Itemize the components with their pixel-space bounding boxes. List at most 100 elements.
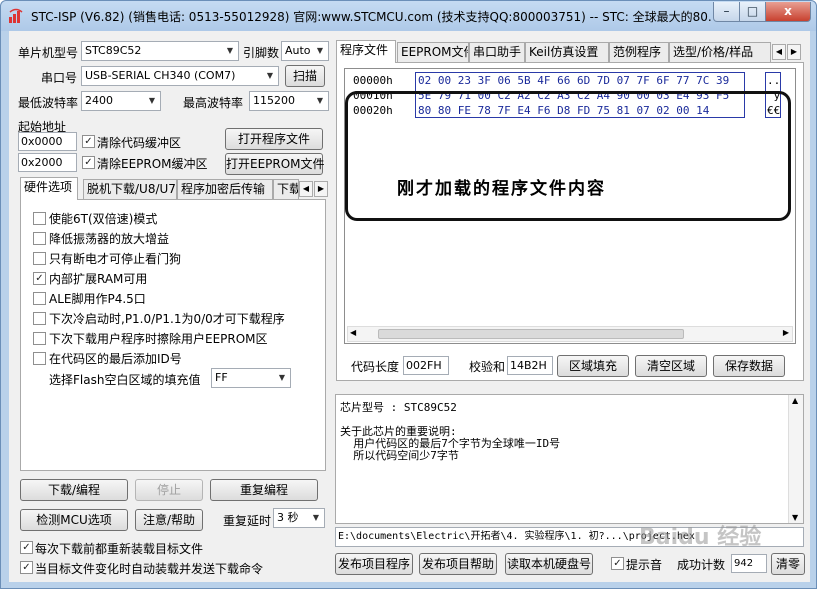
success-count-value: 942	[731, 554, 767, 573]
option-label: 下次冷启动时,P1.0/P1.1为0/0才可下载程序	[49, 312, 285, 326]
option-label: 只有断电才可停止看门狗	[49, 252, 182, 266]
open-eeprom-file-button[interactable]: 打开EEPROM文件	[225, 153, 325, 175]
hex-address: 00000h	[353, 74, 393, 87]
read-disk-id-button[interactable]: 读取本机硬盘号	[505, 553, 593, 575]
retry-delay-select[interactable]: 3 秒 ▼	[273, 508, 325, 528]
title-bar[interactable]: STC-ISP (V6.82) (销售电话: 0513-55012928) 官网…	[1, 1, 816, 31]
client-area: 单片机型号 STC89C52 ▼ 引脚数 Auto ▼ 串口号 USB-SERI…	[9, 31, 810, 582]
fill-value-select[interactable]: FF ▼	[211, 368, 291, 388]
download-program-button[interactable]: 下载/编程	[20, 479, 128, 501]
option-label: 降低振荡器的放大增益	[49, 232, 170, 246]
save-data-button[interactable]: 保存数据	[713, 355, 785, 377]
option-checkbox[interactable]	[33, 232, 46, 245]
success-count-label: 成功计数	[677, 558, 726, 572]
tab-scroll-left-icon[interactable]: ◀	[299, 181, 313, 197]
pins-select[interactable]: Auto ▼	[281, 41, 329, 61]
program-file-panel: 00000h 02 00 23 3F 06 5B 4F 66 6D 7D 07 7…	[336, 62, 804, 381]
tab-program-file[interactable]: 程序文件	[336, 40, 396, 63]
horizontal-scrollbar[interactable]: ◀ ▶	[347, 326, 793, 342]
scroll-up-arrow-icon[interactable]: ▲	[792, 396, 798, 405]
reprogram-button[interactable]: 重复编程	[210, 479, 318, 501]
min-baud-value: 2400	[85, 94, 113, 107]
maximize-button[interactable]: □	[739, 2, 766, 22]
hex-ascii: ..	[767, 74, 781, 87]
publish-project-button[interactable]: 发布项目程序	[335, 553, 413, 575]
mcu-type-label: 单片机型号	[18, 46, 79, 60]
mcu-type-select[interactable]: STC89C52 ▼	[81, 41, 239, 61]
attention-help-button[interactable]: 注意/帮助	[135, 509, 203, 531]
min-baud-label: 最低波特率	[18, 96, 79, 110]
fill-value: FF	[215, 371, 228, 384]
option-checkbox[interactable]	[33, 332, 46, 345]
vertical-scrollbar[interactable]: ▲ ▼	[788, 395, 803, 523]
code-start-address-input[interactable]: 0x0000	[18, 132, 77, 151]
option-checkbox[interactable]	[33, 272, 46, 285]
mcu-type-value: STC89C52	[85, 44, 142, 57]
tab-keil-emulation[interactable]: Keil仿真设置	[525, 42, 609, 62]
max-baud-value: 115200	[253, 94, 295, 107]
serial-label: 串口号	[41, 71, 78, 85]
min-baud-select[interactable]: 2400 ▼	[81, 91, 161, 111]
option-checkbox[interactable]	[33, 312, 46, 325]
chevron-down-icon: ▼	[148, 96, 156, 105]
checksum-value: 14B2H	[507, 356, 553, 375]
max-baud-select[interactable]: 115200 ▼	[249, 91, 329, 111]
info-line: 芯片型号 : STC89C52	[340, 401, 457, 414]
scroll-right-arrow-icon[interactable]: ▶	[783, 328, 789, 337]
scroll-left-arrow-icon[interactable]: ◀	[350, 328, 356, 337]
code-length-value: 002FH	[403, 356, 449, 375]
reload-before-download-label: 每次下载前都重新装载目标文件	[35, 542, 204, 556]
tab-offline-download[interactable]: 脱机下载/U8/U7	[83, 179, 177, 199]
option-checkbox[interactable]	[33, 292, 46, 305]
prompt-sound-label: 提示音	[626, 558, 663, 572]
pins-value: Auto	[285, 44, 311, 57]
chevron-down-icon: ▼	[316, 96, 324, 105]
pins-label: 引脚数	[243, 46, 280, 60]
clear-region-button[interactable]: 清空区域	[635, 355, 707, 377]
info-output-box[interactable]: 芯片型号 : STC89C52 关于此芯片的重要说明: 用户代码区的最后7个字节为…	[335, 394, 804, 524]
tab-hardware-options[interactable]: 硬件选项	[20, 177, 78, 200]
fill-region-button[interactable]: 区域填充	[557, 355, 629, 377]
scroll-down-arrow-icon[interactable]: ▼	[792, 513, 798, 522]
serial-port-select[interactable]: USB-SERIAL CH340 (COM7) ▼	[81, 66, 279, 86]
clear-eeprom-buffer-checkbox[interactable]	[82, 156, 95, 169]
option-label: 下次下载用户程序时擦除用户EEPROM区	[49, 332, 268, 346]
tab-scroll-right-icon[interactable]: ▶	[314, 181, 328, 197]
publish-help-button[interactable]: 发布项目帮助	[419, 553, 497, 575]
auto-reload-checkbox[interactable]	[20, 561, 33, 574]
option-checkbox[interactable]	[33, 252, 46, 265]
clear-code-buffer-checkbox[interactable]	[82, 135, 95, 148]
annotation-callout	[345, 91, 791, 221]
reload-before-download-checkbox[interactable]	[20, 541, 33, 554]
tab-download[interactable]: 下载	[273, 179, 299, 199]
hex-bytes: 02 00 23 3F 06 5B 4F 66 6D 7D 07 7F 6F 7…	[418, 74, 730, 87]
chevron-down-icon: ▼	[266, 71, 274, 80]
open-program-file-button[interactable]: 打开程序文件	[225, 128, 323, 150]
prompt-sound-checkbox[interactable]	[611, 557, 624, 570]
minimize-button[interactable]: –	[713, 2, 740, 22]
tab-example-programs[interactable]: 范例程序	[609, 42, 669, 62]
stop-button[interactable]: 停止	[135, 479, 203, 501]
chevron-down-icon: ▼	[312, 513, 320, 522]
scan-button[interactable]: 扫描	[285, 65, 325, 87]
serial-port-value: USB-SERIAL CH340 (COM7)	[85, 69, 236, 82]
tab-selection-price[interactable]: 选型/价格/样品	[669, 42, 771, 62]
chevron-down-icon: ▼	[278, 373, 286, 382]
left-tab-bar: 硬件选项 脱机下载/U8/U7 程序加密后传输 下载 ◀ ▶	[20, 177, 330, 200]
fill-value-label: 选择Flash空白区域的填充值	[49, 373, 201, 387]
option-checkbox[interactable]	[33, 352, 46, 365]
checksum-label: 校验和	[469, 360, 506, 374]
tab-encrypted-transfer[interactable]: 程序加密后传输	[177, 179, 273, 199]
tab-scroll-right-icon[interactable]: ▶	[787, 44, 801, 60]
close-button[interactable]: x	[765, 2, 811, 22]
chevron-down-icon: ▼	[226, 46, 234, 55]
tab-eeprom-file[interactable]: EEPROM文件	[397, 42, 469, 62]
option-checkbox[interactable]	[33, 212, 46, 225]
check-mcu-options-button[interactable]: 检测MCU选项	[20, 509, 128, 531]
scrollbar-thumb[interactable]	[378, 329, 684, 339]
eeprom-start-address-input[interactable]: 0x2000	[18, 153, 77, 172]
tab-serial-assistant[interactable]: 串口助手	[469, 42, 525, 62]
tab-scroll-left-icon[interactable]: ◀	[772, 44, 786, 60]
option-label: 使能6T(双倍速)模式	[49, 212, 158, 226]
clear-count-button[interactable]: 清零	[771, 553, 805, 575]
